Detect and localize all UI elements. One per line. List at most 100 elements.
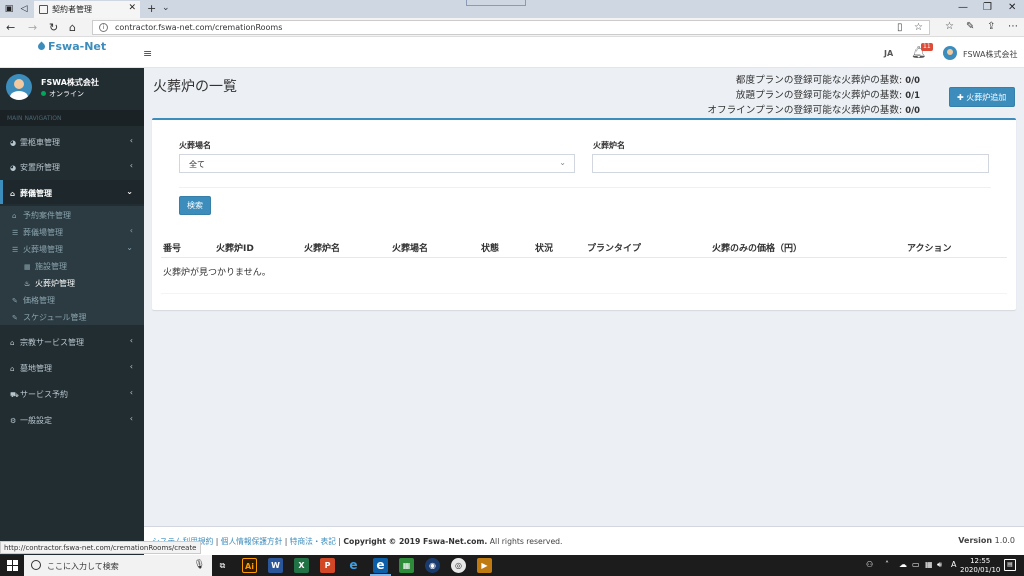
tab-list-chevron-icon[interactable]: ⌄ bbox=[162, 3, 170, 13]
microphone-icon[interactable]: 🎙︎ bbox=[194, 560, 205, 570]
plan-line: 放題プランの登録可能な火葬炉の基数: 0/1 bbox=[736, 87, 920, 101]
back-arrow-icon[interactable]: ← bbox=[6, 21, 15, 34]
plan-label: 放題プランの登録可能な火葬炉の基数: bbox=[735, 90, 903, 101]
header-user-name[interactable]: FSWA株式会社 bbox=[963, 49, 1017, 60]
spreadsheet-app-icon[interactable]: ▦ bbox=[399, 558, 414, 573]
chevron-left-icon: ‹ bbox=[129, 336, 133, 345]
language-switch[interactable]: JA bbox=[884, 49, 893, 58]
sidebar-subitem-furnace[interactable]: ♨ 火葬炉管理 bbox=[0, 274, 144, 291]
new-tab-button[interactable]: + bbox=[147, 2, 156, 15]
sidebar-subitem-facility[interactable]: ▦ 施設管理 bbox=[0, 257, 144, 274]
favorites-icon[interactable]: ☆ bbox=[945, 21, 954, 32]
clock-date: 2020/01/10 bbox=[960, 566, 1001, 574]
online-dot-icon bbox=[41, 91, 46, 96]
commerce-law-link[interactable]: 特商法・表記 bbox=[290, 537, 336, 546]
tab-actions-icon[interactable]: ▣ bbox=[3, 3, 15, 15]
clock-time: 12:55 bbox=[970, 557, 991, 565]
privacy-link[interactable]: 個人情報保護方針 bbox=[221, 537, 283, 546]
home-icon[interactable]: ⌂ bbox=[69, 21, 76, 34]
media-app-icon[interactable]: ▶ bbox=[477, 558, 492, 573]
sidebar-item-mortuary[interactable]: ◕ 安置所管理 ‹ bbox=[0, 154, 144, 178]
sidebar-subitem-crematorium[interactable]: ☰ 火葬場管理 ⌄ bbox=[0, 240, 144, 257]
more-icon[interactable]: ⋯ bbox=[1008, 21, 1018, 32]
restore-icon[interactable]: ❐ bbox=[983, 2, 992, 13]
windows-start-icon[interactable] bbox=[7, 560, 18, 571]
column-header-plan-type: プランタイプ bbox=[587, 244, 642, 254]
sidebar-item-funeral[interactable]: ⌂ 葬儀管理 ⌄ bbox=[0, 180, 144, 204]
refresh-icon[interactable]: ↻ bbox=[49, 21, 58, 34]
home-icon: ⌂ bbox=[10, 190, 16, 198]
sidebar-subitem-reservations[interactable]: ⌂ 予約案件管理 bbox=[0, 206, 144, 223]
plan-label: 都度プランの登録可能な火葬炉の基数: bbox=[735, 75, 903, 86]
table-header-divider bbox=[161, 257, 1007, 258]
edge-icon[interactable]: e bbox=[370, 558, 391, 576]
sidebar-subitem-label: 予約案件管理 bbox=[23, 211, 71, 220]
plan-summary: 都度プランの登録可能な火葬炉の基数: 0/0 放題プランの登録可能な火葬炉の基数… bbox=[680, 72, 920, 118]
close-window-icon[interactable]: ✕ bbox=[1008, 2, 1016, 13]
system-clock[interactable]: 12:55 2020/01/10 bbox=[960, 557, 1000, 575]
plus-icon: ✚ bbox=[957, 93, 964, 102]
sidebar-toggle-icon[interactable]: ≡ bbox=[143, 47, 152, 60]
people-icon[interactable]: ⚇ bbox=[866, 560, 873, 569]
forward-arrow-icon[interactable]: → bbox=[28, 21, 37, 34]
bank-icon: ⌂ bbox=[12, 212, 17, 220]
close-tab-icon[interactable]: ✕ bbox=[128, 3, 136, 13]
reading-view-icon[interactable]: ▯ bbox=[897, 22, 903, 33]
taskbar-search[interactable]: ここに入力して検索 🎙︎ bbox=[24, 555, 212, 576]
window-drag-handle[interactable] bbox=[466, 0, 526, 6]
column-header-state: 状態 bbox=[481, 244, 500, 254]
site-info-icon[interactable]: i bbox=[99, 23, 108, 32]
sidebar-item-label: サービス予約 bbox=[20, 390, 68, 399]
show-hidden-icons-icon[interactable]: ˄ bbox=[885, 560, 889, 569]
app-logo[interactable]: Fswa-Net bbox=[36, 40, 106, 53]
share-icon[interactable]: ⇪ bbox=[987, 21, 995, 32]
chrome-icon[interactable]: ◎ bbox=[451, 558, 466, 573]
sidebar-company-name: FSWA株式会社 bbox=[41, 78, 99, 87]
sidebar-item-label: 安置所管理 bbox=[20, 163, 60, 172]
sidebar-subitem-schedule[interactable]: ✎ スケジュール管理 bbox=[0, 308, 144, 325]
favorite-star-icon[interactable]: ☆ bbox=[914, 22, 923, 33]
volume-icon[interactable]: 🔊︎ bbox=[937, 560, 942, 570]
sidebar-item-cemetery[interactable]: ⌂ 墓地管理 ‹ bbox=[0, 355, 144, 379]
column-header-venue-name: 火葬場名 bbox=[392, 244, 429, 254]
app-globe-icon[interactable]: ◉ bbox=[425, 558, 440, 573]
sidebar-subitem-label: 葬儀場管理 bbox=[23, 228, 63, 237]
furnace-name-input[interactable] bbox=[592, 154, 989, 173]
pen-icon[interactable]: ✎ bbox=[966, 21, 974, 32]
chevron-down-icon: ⌄ bbox=[559, 158, 566, 167]
network-icon[interactable]: ▦ bbox=[925, 560, 933, 569]
column-header-furnace-name: 火葬炉名 bbox=[304, 244, 341, 254]
add-furnace-button[interactable]: ✚ 火葬炉追加 bbox=[949, 87, 1015, 107]
battery-icon[interactable]: ▭ bbox=[912, 560, 920, 569]
sidebar-item-general-settings[interactable]: ⚙ 一般設定 ‹ bbox=[0, 407, 144, 431]
word-icon[interactable]: W bbox=[268, 558, 283, 573]
search-button[interactable]: 検索 bbox=[179, 196, 211, 215]
home-icon: ⌂ bbox=[10, 365, 15, 373]
user-panel: FSWA株式会社 オンライン bbox=[0, 68, 144, 110]
task-view-icon[interactable]: ⧉ bbox=[215, 558, 230, 573]
excel-icon[interactable]: X bbox=[294, 558, 309, 573]
sidebar-subitem-label: 価格管理 bbox=[23, 296, 55, 305]
ime-icon[interactable]: A bbox=[951, 560, 956, 569]
sidebar-subitem-label: スケジュール管理 bbox=[23, 313, 87, 322]
minimize-icon[interactable]: — bbox=[958, 2, 968, 13]
venue-label: 火葬場名 bbox=[179, 141, 211, 150]
sidebar-subitem-price[interactable]: ✎ 価格管理 bbox=[0, 291, 144, 308]
address-bar[interactable]: i contractor.fswa-net.com/cremationRooms… bbox=[92, 20, 930, 35]
edit-icon: ✎ bbox=[12, 297, 18, 305]
action-center-icon[interactable]: ▤ bbox=[1004, 559, 1016, 571]
sidebar-subitem-funeral-hall[interactable]: ☰ 葬儀場管理 ‹ bbox=[0, 223, 144, 240]
main-navigation-header: MAIN NAVIGATION bbox=[0, 110, 144, 126]
sidebar-item-hearse[interactable]: ◕ 霊柩車管理 ‹ bbox=[0, 129, 144, 153]
browser-tab[interactable]: 契約者管理 ✕ bbox=[34, 1, 140, 18]
tab-back-icon[interactable]: ◁ bbox=[18, 3, 30, 15]
ie-icon[interactable]: e bbox=[346, 558, 361, 573]
powerpoint-icon[interactable]: P bbox=[320, 558, 335, 573]
sidebar-item-service-booking[interactable]: ⛟サービス予約 ‹ bbox=[0, 381, 144, 405]
illustrator-icon[interactable]: Ai bbox=[242, 558, 257, 573]
chevron-down-icon: ⌄ bbox=[126, 243, 133, 252]
sidebar-item-religious[interactable]: ⌂ 宗教サービス管理 ‹ bbox=[0, 329, 144, 353]
onedrive-icon[interactable]: ☁ bbox=[899, 560, 907, 569]
venue-select[interactable]: 全て ⌄ bbox=[179, 154, 575, 173]
avatar[interactable] bbox=[943, 46, 957, 60]
